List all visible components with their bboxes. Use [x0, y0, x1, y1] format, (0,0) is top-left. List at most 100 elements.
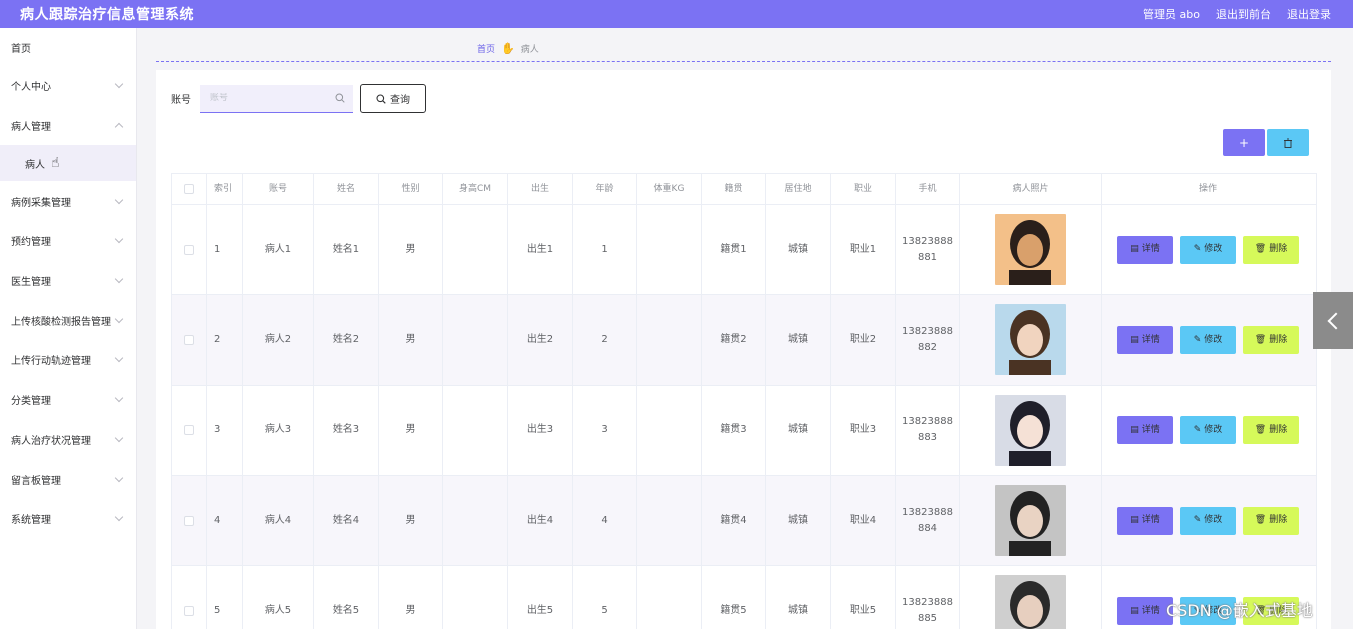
- name-cell: 姓名2: [314, 295, 379, 385]
- row-checkbox[interactable]: [184, 605, 194, 616]
- search-label: 账号: [171, 95, 191, 106]
- header-cell: 籍贯: [702, 174, 766, 204]
- sidebar-item-appointment[interactable]: 预约管理: [0, 221, 136, 261]
- search-field[interactable]: [200, 84, 353, 113]
- birth-cell: 出生1: [508, 205, 573, 295]
- collapse-tab[interactable]: [1313, 292, 1353, 349]
- birth-cell: 出生4: [508, 475, 573, 566]
- index-cell: 3: [207, 385, 243, 475]
- delete-label: 删除: [1269, 425, 1288, 436]
- breadcrumb-home[interactable]: 首页: [477, 42, 495, 55]
- row-checkbox[interactable]: [184, 515, 194, 526]
- birth-cell: 出生5: [508, 566, 573, 629]
- edit-icon: ✎: [1193, 425, 1202, 436]
- sidebar-item-trajectory[interactable]: 上传行动轨迹管理: [0, 340, 136, 380]
- phone-cell: 13823888 884: [896, 475, 960, 566]
- detail-button[interactable]: ▤ 详情: [1117, 596, 1173, 625]
- sidebar-item-doctor[interactable]: 医生管理: [0, 261, 136, 301]
- search-icon: [335, 93, 345, 103]
- detail-button[interactable]: ▤ 详情: [1117, 506, 1173, 535]
- table-row: 5 病人5 姓名5 男出生5 5 籍贯5 城镇 职业5 13823888 885 ▤ 详情 ✎ 修改 🗑 删除: [172, 566, 1316, 629]
- add-button[interactable]: +: [1223, 129, 1265, 156]
- sidebar-item-treatment-status[interactable]: 病人治疗状况管理: [0, 420, 136, 460]
- index-cell: 5: [207, 566, 243, 629]
- row-checkbox-cell: [172, 475, 207, 566]
- edit-button[interactable]: ✎ 修改: [1180, 235, 1236, 264]
- watermark: CSDN @嵌入式基地: [1166, 601, 1313, 620]
- chevron-down-icon: [114, 433, 124, 443]
- plus-icon: +: [1238, 135, 1250, 150]
- patient-photo[interactable]: [995, 304, 1066, 376]
- phone-line: 13823888: [902, 596, 953, 608]
- delete-button[interactable]: 🗑 删除: [1243, 325, 1299, 354]
- sidebar-subitem-patient[interactable]: 病人 ☝: [0, 145, 136, 182]
- phone-cell: 13823888 882: [896, 295, 960, 385]
- header-cell: 手机: [896, 174, 960, 204]
- patient-photo[interactable]: [995, 485, 1066, 557]
- row-checkbox[interactable]: [184, 244, 194, 255]
- phone-line: 884: [917, 522, 938, 534]
- sidebar-item-patient-management[interactable]: 病人管理: [0, 106, 136, 146]
- operations-cell: ▤ 详情 ✎ 修改 🗑 删除: [1102, 295, 1314, 384]
- header-cell: 年龄: [573, 174, 637, 204]
- row-checkbox[interactable]: [184, 334, 194, 345]
- residence-cell: 城镇: [766, 295, 831, 385]
- name-cell: 姓名4: [314, 475, 379, 566]
- edit-button[interactable]: ✎ 修改: [1180, 416, 1236, 445]
- patient-photo[interactable]: [995, 575, 1066, 629]
- sidebar-item-message-board[interactable]: 留言板管理: [0, 459, 136, 499]
- hand-icon: ✋: [501, 42, 515, 55]
- origin-cell: 籍贯5: [702, 566, 766, 629]
- delete-label: 删除: [1269, 244, 1288, 255]
- edit-button[interactable]: ✎ 修改: [1180, 325, 1236, 354]
- height-cell: [443, 566, 508, 629]
- detail-button[interactable]: ▤ 详情: [1117, 325, 1173, 354]
- batch-delete-button[interactable]: [1267, 129, 1309, 156]
- header-cell: 职业: [831, 174, 896, 204]
- breadcrumb: 首页 ✋ 病人: [477, 42, 539, 55]
- select-all-checkbox[interactable]: [184, 184, 194, 194]
- gender-cell: 男: [379, 205, 443, 295]
- sidebar-item-personal-center[interactable]: 个人中心: [0, 66, 136, 106]
- header-cell: 姓名: [314, 174, 379, 204]
- divider: [156, 61, 1331, 62]
- exit-to-front-link[interactable]: 退出到前台: [1216, 6, 1271, 22]
- sidebar-item-label: 病人管理: [11, 122, 51, 134]
- trash-icon: 🗑: [1254, 244, 1267, 255]
- birth-cell: 出生3: [508, 385, 573, 475]
- gender-cell: 男: [379, 475, 443, 566]
- residence-cell: 城镇: [766, 205, 831, 295]
- delete-button[interactable]: 🗑 删除: [1243, 506, 1299, 535]
- detail-label: 详情: [1141, 244, 1160, 255]
- patient-photo[interactable]: [995, 394, 1066, 466]
- header-cell: 体重KG: [637, 174, 702, 204]
- search-input[interactable]: [210, 93, 320, 103]
- sidebar-item-label: 留言板管理: [11, 475, 61, 487]
- sidebar-item-category[interactable]: 分类管理: [0, 380, 136, 420]
- logout-link[interactable]: 退出登录: [1287, 6, 1331, 22]
- sidebar-item-nucleic-report[interactable]: 上传核酸检测报告管理: [0, 300, 136, 340]
- sidebar-item-system[interactable]: 系统管理: [0, 499, 136, 539]
- sidebar-item-case-collection[interactable]: 病例采集管理: [0, 181, 136, 221]
- occupation-cell: 职业1: [831, 205, 896, 295]
- index-cell: 1: [207, 205, 243, 295]
- delete-label: 删除: [1269, 515, 1288, 526]
- current-user[interactable]: 管理员 abo: [1143, 6, 1200, 22]
- delete-button[interactable]: 🗑 删除: [1243, 416, 1299, 445]
- account-cell: 病人2: [243, 295, 314, 385]
- age-cell: 2: [573, 295, 637, 385]
- row-checkbox[interactable]: [184, 425, 194, 436]
- sidebar-item-home[interactable]: 首页: [0, 28, 136, 66]
- detail-button[interactable]: ▤ 详情: [1117, 235, 1173, 264]
- residence-cell: 城镇: [766, 475, 831, 566]
- edit-button[interactable]: ✎ 修改: [1180, 506, 1236, 535]
- detail-button[interactable]: ▤ 详情: [1117, 416, 1173, 445]
- patient-photo[interactable]: [995, 214, 1066, 286]
- residence-cell: 城镇: [766, 385, 831, 475]
- query-button[interactable]: 查询: [360, 84, 426, 113]
- name-cell: 姓名5: [314, 566, 379, 629]
- operations-cell: ▤ 详情 ✎ 修改 🗑 删除: [1102, 476, 1314, 565]
- delete-label: 删除: [1269, 334, 1288, 345]
- delete-button[interactable]: 🗑 删除: [1243, 235, 1299, 264]
- chevron-down-icon: [114, 235, 124, 244]
